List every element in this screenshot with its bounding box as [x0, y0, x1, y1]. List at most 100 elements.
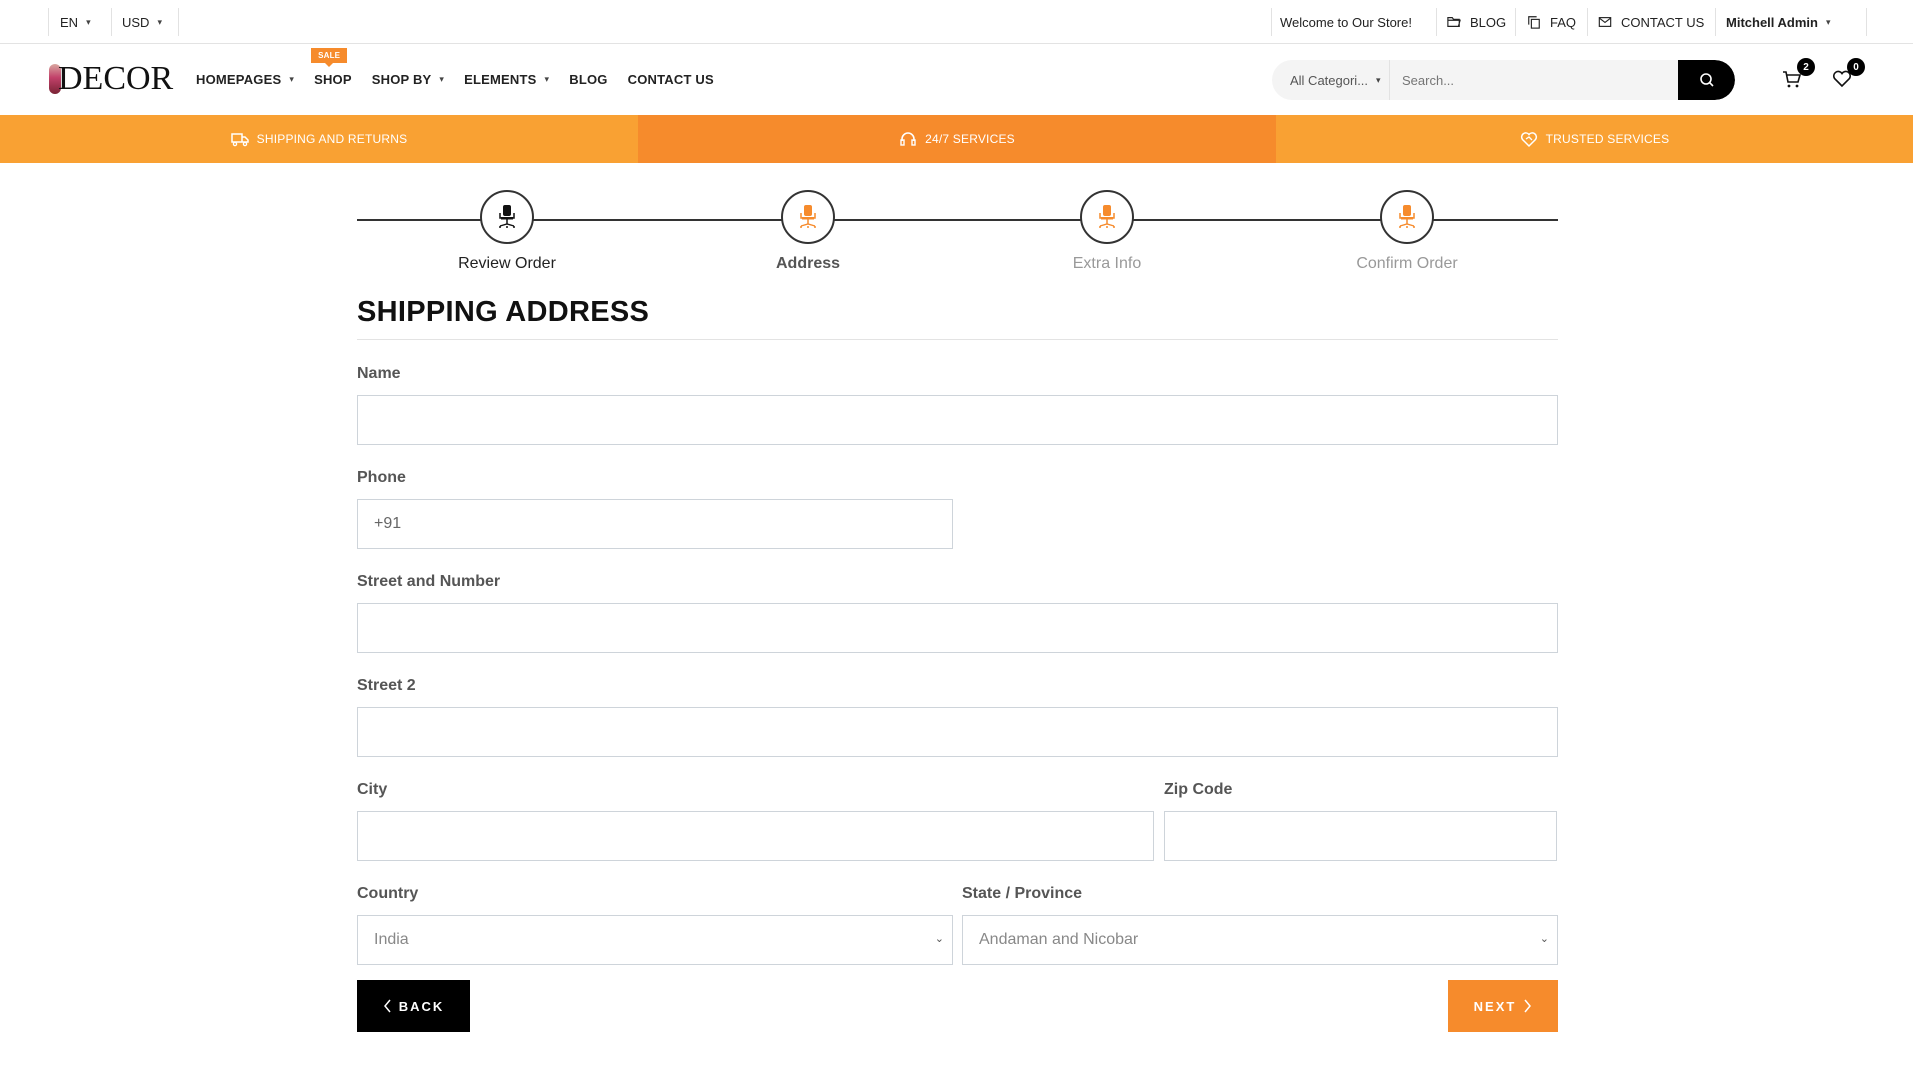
service-band: SHIPPING AND RETURNS 24/7 SERVICES TRUST… — [0, 115, 1913, 163]
nav-item-homepages[interactable]: HOMEPAGES ▾ — [196, 72, 294, 87]
topbar-link-blog[interactable]: BLOG — [1447, 8, 1506, 36]
divider — [111, 8, 112, 36]
divider — [357, 339, 1558, 340]
step-confirm-order[interactable]: Confirm Order — [1297, 190, 1517, 273]
sale-badge: SALE — [311, 48, 348, 67]
country-label: Country — [357, 885, 419, 902]
headphones-icon — [900, 132, 916, 146]
street2-input[interactable] — [357, 707, 1558, 757]
folder-icon — [1447, 17, 1461, 27]
link-label: FAQ — [1550, 14, 1577, 30]
chair-icon — [800, 205, 816, 228]
chevron-down-icon: ⌄ — [1539, 933, 1549, 945]
chevron-down-icon: ▾ — [544, 74, 550, 84]
nav-item-contact-us[interactable]: CONTACT US — [628, 72, 714, 87]
section-title: SHIPPING ADDRESS — [357, 296, 650, 328]
divider — [1715, 8, 1716, 36]
mail-icon — [1598, 17, 1612, 27]
nav-item-shop-by[interactable]: SHOP BY ▾ — [372, 72, 444, 87]
chair-icon — [1099, 205, 1115, 228]
welcome-text: Welcome to Our Store! — [1280, 8, 1412, 36]
state-select[interactable]: Andaman and Nicobar ⌄ — [962, 915, 1558, 965]
chevron-down-icon: ▾ — [86, 16, 91, 27]
currency-selector[interactable]: USD ▾ — [122, 8, 162, 36]
chevron-down-icon: ▾ — [1376, 74, 1381, 85]
main-nav: HOMEPAGES ▾ SALE SHOP SHOP BY ▾ ELEMENTS… — [196, 44, 734, 115]
chevron-left-icon — [383, 999, 391, 1013]
country-select[interactable]: India ⌄ — [357, 915, 953, 965]
nav-label: HOMEPAGES — [196, 72, 282, 87]
street-input[interactable] — [357, 603, 1558, 653]
cart-button[interactable]: 2 — [1781, 58, 1815, 90]
nav-label: SHOP BY — [371, 72, 432, 87]
zip-input[interactable] — [1164, 811, 1557, 861]
main-header: DECOR HOMEPAGES ▾ SALE SHOP SHOP BY ▾ EL… — [0, 44, 1913, 115]
step-label: Review Order — [458, 255, 556, 272]
next-label: NEXT — [1473, 998, 1517, 1014]
wishlist-count-badge: 0 — [1847, 58, 1865, 76]
search-button[interactable] — [1678, 60, 1735, 100]
city-input[interactable] — [357, 811, 1154, 861]
band-item-shipping: SHIPPING AND RETURNS — [0, 115, 638, 163]
band-item-services: 24/7 SERVICES — [638, 115, 1276, 163]
nav-item-blog[interactable]: BLOG — [569, 72, 607, 87]
category-label: All Categori... — [1290, 72, 1369, 88]
band-label: SHIPPING AND RETURNS — [256, 132, 408, 146]
chevron-down-icon: ▾ — [439, 74, 445, 84]
chair-icon — [1399, 205, 1415, 228]
next-button[interactable]: NEXT — [1448, 980, 1558, 1032]
link-label: BLOG — [1470, 14, 1507, 30]
step-extra-info[interactable]: Extra Info — [997, 190, 1217, 273]
state-label: State / Province — [962, 885, 1083, 902]
city-label: City — [357, 781, 388, 798]
category-select[interactable]: All Categori... ▾ — [1272, 60, 1390, 100]
phone-input[interactable] — [357, 499, 953, 549]
language-selector[interactable]: EN ▾ — [60, 8, 91, 36]
link-label: CONTACT US — [1621, 14, 1705, 30]
chevron-down-icon: ▾ — [289, 74, 295, 84]
street2-label: Street 2 — [357, 677, 416, 694]
nav-item-elements[interactable]: ELEMENTS ▾ — [464, 72, 549, 87]
search-bar: All Categori... ▾ — [1272, 60, 1735, 100]
name-label: Name — [357, 365, 401, 382]
step-circle — [480, 190, 534, 244]
topbar-link-faq[interactable]: FAQ — [1527, 8, 1576, 36]
nav-label: BLOG — [569, 72, 608, 87]
chair-icon — [499, 205, 515, 228]
chevron-right-icon — [1524, 999, 1532, 1013]
topbar-link-contact[interactable]: CONTACT US — [1598, 8, 1704, 36]
street-label: Street and Number — [357, 573, 501, 590]
step-label: Extra Info — [1072, 255, 1142, 272]
step-circle — [1080, 190, 1134, 244]
step-label: Address — [775, 255, 841, 272]
currency-label: USD — [122, 14, 150, 30]
step-circle — [1380, 190, 1434, 244]
step-label: Confirm Order — [1356, 255, 1458, 272]
band-item-trusted: TRUSTED SERVICES — [1276, 115, 1913, 163]
name-input[interactable] — [357, 395, 1558, 445]
nav-label: ELEMENTS — [464, 72, 537, 87]
band-label: 24/7 SERVICES — [925, 132, 1015, 146]
chevron-down-icon: ⌄ — [934, 933, 944, 945]
back-button[interactable]: BACK — [357, 980, 470, 1032]
step-review-order[interactable]: Review Order — [397, 190, 617, 273]
language-label: EN — [60, 14, 79, 30]
divider — [1587, 8, 1588, 36]
zip-label: Zip Code — [1164, 781, 1233, 798]
step-address[interactable]: Address — [698, 190, 918, 273]
search-icon — [1699, 73, 1714, 87]
nav-label: SHOP — [314, 72, 352, 87]
band-label: TRUSTED SERVICES — [1545, 132, 1670, 146]
user-menu[interactable]: Mitchell Admin ▾ — [1726, 8, 1831, 36]
top-bar: EN ▾ USD ▾ Welcome to Our Store! BLOG FA… — [0, 0, 1913, 44]
divider — [1271, 8, 1272, 36]
phone-label: Phone — [357, 469, 406, 486]
search-input[interactable] — [1390, 60, 1678, 100]
state-value: Andaman and Nicobar — [979, 931, 1139, 948]
divider — [1866, 8, 1867, 36]
logo[interactable]: DECOR — [49, 60, 173, 98]
wishlist-button[interactable]: 0 — [1831, 58, 1865, 90]
nav-item-shop[interactable]: SALE SHOP — [311, 48, 352, 87]
welcome-label: Welcome to Our Store! — [1280, 14, 1412, 30]
divider — [178, 8, 179, 36]
